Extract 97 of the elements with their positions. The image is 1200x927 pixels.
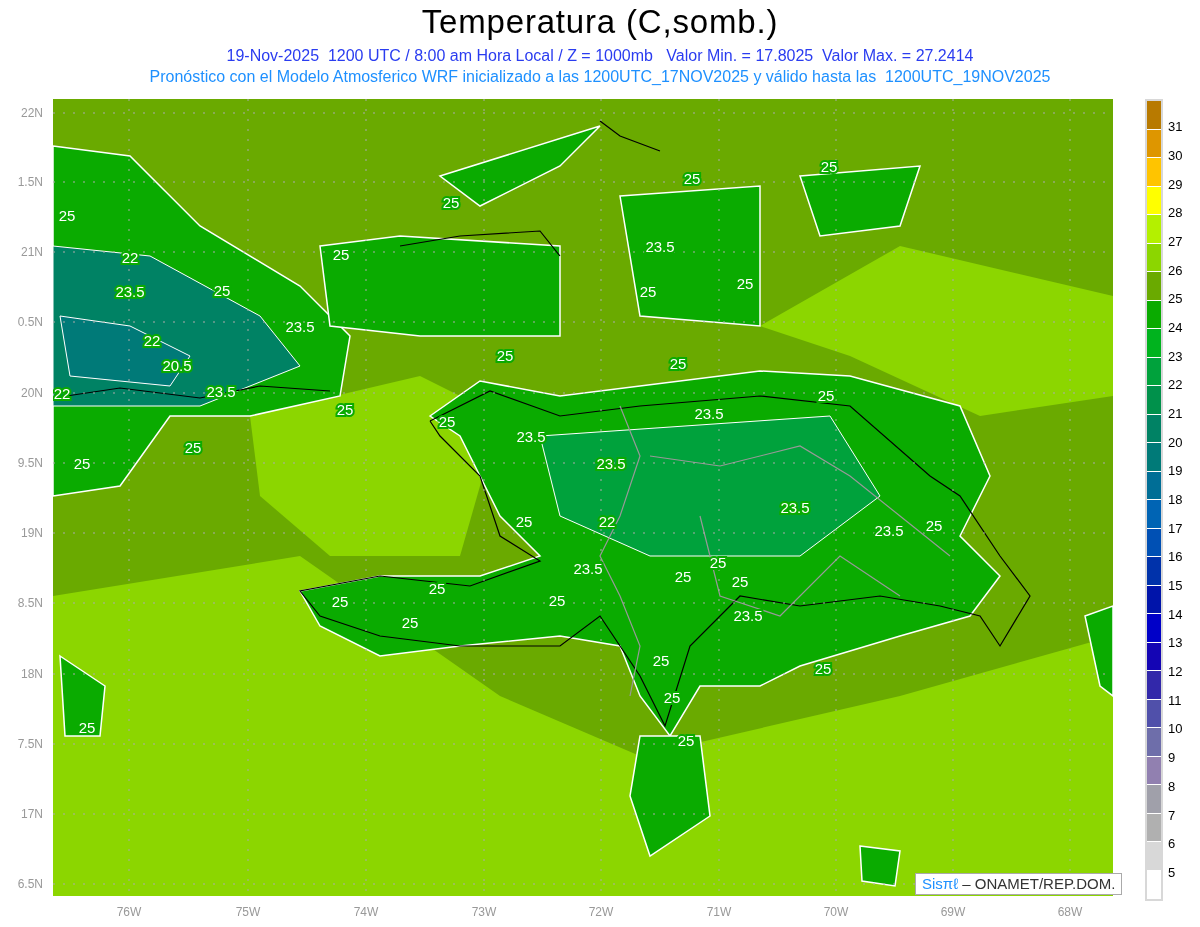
contour-label: 23.5 xyxy=(780,499,810,517)
latitude-label: 20N xyxy=(21,386,43,401)
contour-label: 25 xyxy=(683,170,701,188)
scale-label: 31 xyxy=(1168,120,1183,135)
scale-label: 21 xyxy=(1168,407,1183,422)
scale-label: 22 xyxy=(1168,378,1183,393)
scale-label: 10 xyxy=(1168,722,1183,737)
longitude-label: 76W xyxy=(116,905,142,920)
latitude-label: 18N xyxy=(21,667,43,682)
latitude-label: 19N xyxy=(21,526,43,541)
contour-label: 25 xyxy=(73,455,91,473)
contour-label: 23.5 xyxy=(516,428,546,446)
scale-label: 27 xyxy=(1168,235,1183,250)
scale-label: 15 xyxy=(1168,579,1183,594)
scale-label: 13 xyxy=(1168,636,1183,651)
latitude-label: 17N xyxy=(21,807,43,822)
contour-label: 23.5 xyxy=(694,405,724,423)
contour-label: 23.5 xyxy=(206,383,236,401)
contour-label: 25 xyxy=(184,439,202,457)
contour-label: 25 xyxy=(820,158,838,176)
contour-label: 25 xyxy=(674,568,692,586)
scale-label: 25 xyxy=(1168,292,1183,307)
contour-label: 25 xyxy=(736,275,754,293)
contour-label: 25 xyxy=(731,573,749,591)
contour-label: 22 xyxy=(53,385,71,403)
scale-label: 6 xyxy=(1168,837,1176,852)
contour-label: 25 xyxy=(639,283,657,301)
latitude-label: 8.5N xyxy=(17,596,43,611)
contour-label: 23.5 xyxy=(596,455,626,473)
latitude-label: 22N xyxy=(21,106,43,121)
latitude-label: 6.5N xyxy=(17,877,43,892)
scale-label: 7 xyxy=(1168,808,1176,823)
contour-label: 25 xyxy=(925,517,943,535)
scale-label: 24 xyxy=(1168,321,1183,336)
scale-label: 28 xyxy=(1168,206,1183,221)
contour-label: 22 xyxy=(143,332,161,350)
scale-label: 19 xyxy=(1168,464,1183,479)
chart-subtitle: 19-Nov-2025 1200 UTC / 8:00 am Hora Local / Z = 1000mb Valor Min. = 17.8025 Valor Max. = 27.2414 xyxy=(226,46,974,66)
contour-label: 25 xyxy=(336,401,354,419)
contour-label: 23.5 xyxy=(285,318,315,336)
scale-label: 29 xyxy=(1168,177,1183,192)
scale-label: 14 xyxy=(1168,607,1183,622)
contour-label: 25 xyxy=(213,282,231,300)
contour-label: 23.5 xyxy=(874,522,904,540)
contour-label: 25 xyxy=(58,207,76,225)
scale-label: 23 xyxy=(1168,349,1183,364)
contour-label: 23.5 xyxy=(733,607,763,625)
scale-label: 30 xyxy=(1168,149,1183,164)
contour-label: 25 xyxy=(677,732,695,750)
latitude-label: 9.5N xyxy=(17,456,43,471)
scale-label: 16 xyxy=(1168,550,1183,565)
chart-title: Temperatura (C,somb.) xyxy=(421,2,779,42)
scale-label: 9 xyxy=(1168,751,1176,766)
contour-label: 22 xyxy=(121,249,139,267)
contour-label: 25 xyxy=(331,593,349,611)
contour-label: 25 xyxy=(669,355,687,373)
contour-label: 23.5 xyxy=(645,238,675,256)
latitude-label: 1.5N xyxy=(17,175,43,190)
scale-label: 26 xyxy=(1168,263,1183,278)
longitude-label: 72W xyxy=(588,905,614,920)
contour-label: 23.5 xyxy=(115,283,145,301)
scale-label: 20 xyxy=(1168,435,1183,450)
contour-label: 25 xyxy=(548,592,566,610)
longitude-label: 75W xyxy=(235,905,261,920)
contour-label: 25 xyxy=(496,347,514,365)
scale-label: 8 xyxy=(1168,779,1176,794)
contour-label: 25 xyxy=(652,652,670,670)
scale-label: 11 xyxy=(1168,693,1182,708)
contour-label: 25 xyxy=(817,387,835,405)
contour-label: 25 xyxy=(332,246,350,264)
contour-label: 25 xyxy=(663,689,681,707)
contour-label: 25 xyxy=(401,614,419,632)
longitude-label: 73W xyxy=(471,905,497,920)
latitude-label: 21N xyxy=(21,245,43,260)
contour-label: 25 xyxy=(515,513,533,531)
longitude-label: 69W xyxy=(940,905,966,920)
contour-label: 25 xyxy=(78,719,96,737)
contour-label: 25 xyxy=(709,554,727,572)
scale-label: 5 xyxy=(1168,865,1176,880)
contour-label: 25 xyxy=(814,660,832,678)
latitude-label: 0.5N xyxy=(17,315,43,330)
contour-label: 25 xyxy=(438,413,456,431)
chart-description: Pronóstico con el Modelo Atmosferico WRF inicializado a las 1200UTC_17NOV2025 y válido hasta las 1200UTC_19NOV2025 xyxy=(149,67,1051,87)
contour-label: 25 xyxy=(442,194,460,212)
scale-label: 12 xyxy=(1168,665,1183,680)
credit-label: Sisπℓ – ONAMET/REP.DOM. xyxy=(915,873,1123,896)
scale-label: 17 xyxy=(1168,521,1183,536)
contour-label: 25 xyxy=(428,580,446,598)
contour-label: 22 xyxy=(598,513,616,531)
contour-label: 23.5 xyxy=(573,560,603,578)
scale-label: 18 xyxy=(1168,493,1183,508)
longitude-label: 74W xyxy=(353,905,379,920)
latitude-label: 7.5N xyxy=(17,737,43,752)
longitude-label: 68W xyxy=(1057,905,1083,920)
longitude-label: 70W xyxy=(823,905,849,920)
contour-label: 20.5 xyxy=(162,357,192,375)
longitude-label: 71W xyxy=(706,905,732,920)
